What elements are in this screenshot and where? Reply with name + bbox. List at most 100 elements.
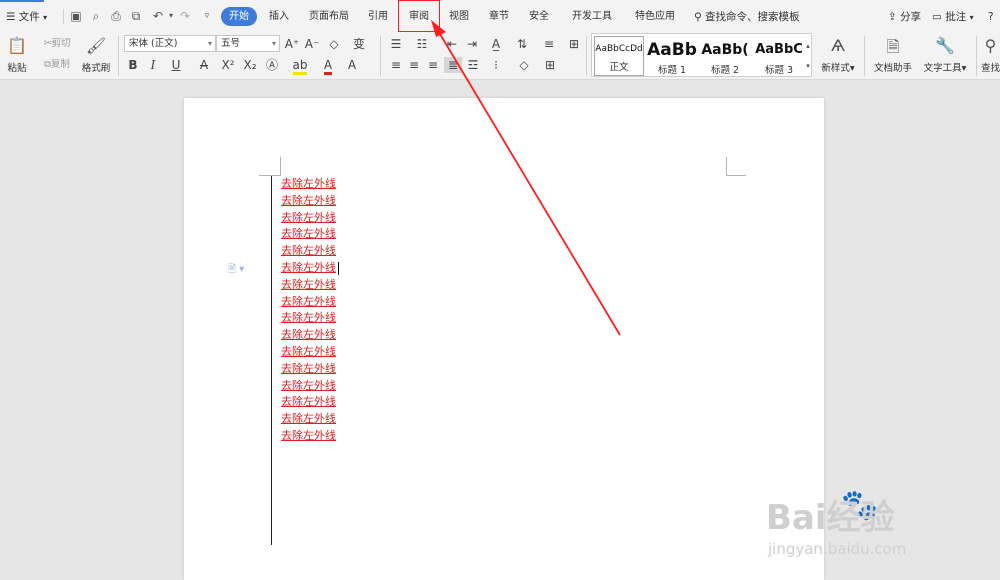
file-menu-button[interactable]: ☰ 文件 ▾: [6, 8, 47, 26]
font-size-select[interactable]: 五号 ▾: [216, 35, 280, 52]
decrease-indent-icon[interactable]: ⇤: [444, 36, 460, 52]
text-tools-label: 文字工具▾: [923, 63, 967, 74]
print-icon[interactable]: ⎙: [108, 8, 124, 24]
table-borders-icon[interactable]: ⊞: [566, 36, 582, 52]
document-line[interactable]: 去除左外线: [281, 176, 336, 193]
document-line[interactable]: 去除左外线: [281, 294, 336, 311]
styles-scroll-up-icon[interactable]: ▴: [804, 38, 811, 54]
doc-assistant-button[interactable]: 🗎 文档助手: [870, 34, 916, 74]
sort-icon[interactable]: ⇅: [514, 36, 530, 52]
style-sample: AaBb(: [701, 42, 749, 58]
copy-button[interactable]: ⧉复制: [38, 57, 76, 73]
tab-security[interactable]: 安全: [527, 7, 551, 26]
customize-quick-access-icon[interactable]: ▿: [199, 8, 215, 24]
tab-home[interactable]: 开始: [221, 7, 257, 26]
new-style-button[interactable]: Ѧ 新样式▾: [818, 34, 858, 74]
accent-line: [0, 0, 44, 2]
share-button[interactable]: ⇪ 分享: [888, 8, 921, 26]
tab-references[interactable]: 引用: [366, 7, 390, 26]
document-line[interactable]: 去除左外线: [281, 226, 336, 243]
highlight-color-icon[interactable]: ab: [290, 57, 310, 75]
paste-label: 粘贴: [7, 63, 27, 74]
italic-icon[interactable]: I: [146, 57, 160, 73]
paragraph-layout-icon[interactable]: 🗎 ▾: [228, 262, 244, 279]
document-line[interactable]: 去除左外线: [281, 310, 336, 327]
align-center-icon[interactable]: ≡: [406, 57, 422, 73]
line-spacing-icon[interactable]: ≡: [538, 36, 560, 52]
document-line[interactable]: 去除左外线: [281, 378, 336, 395]
margin-corner-top-right-v: [726, 157, 727, 176]
text-tools-button[interactable]: 🔧 文字工具▾: [920, 34, 970, 74]
document-line[interactable]: 去除左外线: [281, 193, 336, 210]
help-button[interactable]: ?: [988, 8, 994, 26]
style-normal[interactable]: AaBbCcDd 正文: [594, 36, 644, 76]
borders-icon[interactable]: ⊞: [540, 57, 560, 73]
style-heading-2[interactable]: AaBb( 标题 2: [699, 36, 751, 76]
document-line[interactable]: 去除左外线: [281, 210, 336, 227]
shrink-font-icon[interactable]: A⁻: [304, 36, 320, 52]
styles-more-icon[interactable]: ▾: [804, 58, 811, 74]
redo-icon[interactable]: ↷: [177, 8, 193, 24]
document-line[interactable]: 去除左外线: [281, 344, 336, 361]
text-effect-icon[interactable]: Ⓐ: [264, 57, 280, 73]
tab-page-layout[interactable]: 页面布局: [306, 7, 352, 26]
strikethrough-icon[interactable]: A: [194, 57, 214, 73]
char-shading-icon[interactable]: A: [344, 57, 360, 73]
change-case-icon[interactable]: A̲: [486, 36, 506, 52]
document-line[interactable]: 去除左外线: [281, 361, 336, 378]
font-color-icon[interactable]: A: [318, 57, 338, 75]
print-preview-icon[interactable]: ⧉: [128, 8, 144, 24]
tab-featured-apps[interactable]: 特色应用: [632, 7, 678, 26]
subscript-icon[interactable]: X₂: [242, 57, 258, 73]
distributed-icon[interactable]: ☲: [465, 57, 481, 73]
style-label: 标题 2: [710, 65, 740, 76]
comment-button[interactable]: ▭ 批注 ▾: [932, 8, 974, 26]
font-name-select[interactable]: 宋体 (正文) ▾: [124, 35, 216, 52]
document-line[interactable]: 去除左外线: [281, 411, 336, 428]
style-heading-1[interactable]: AaBb 标题 1: [647, 36, 697, 76]
save-icon[interactable]: ▣: [68, 8, 84, 24]
comment-label: 批注: [945, 11, 967, 23]
document-page[interactable]: 去除左外线 去除左外线 去除左外线 去除左外线 去除左外线 去除左外线 去除左外线 去除左外线…: [184, 98, 824, 580]
clear-format-icon[interactable]: ◇: [326, 36, 342, 52]
paragraph-spacing-icon[interactable]: ⁝: [486, 57, 506, 73]
document-line[interactable]: 去除左外线: [281, 277, 336, 294]
bullet-list-icon[interactable]: ☰: [388, 36, 404, 52]
numbered-list-icon[interactable]: ☷: [414, 36, 430, 52]
document-line[interactable]: 去除左外线: [281, 428, 336, 445]
shading-icon[interactable]: ◇: [514, 57, 534, 73]
tab-developer-tools[interactable]: 开发工具: [569, 7, 615, 26]
format-painter-quick-icon[interactable]: ⌕: [88, 8, 104, 24]
chevron-down-icon: ▾: [969, 13, 974, 22]
document-line[interactable]: 去除左外线: [281, 394, 336, 411]
style-heading-3[interactable]: AaBbC 标题 3: [753, 36, 805, 76]
margin-corner-top-right-h: [726, 175, 746, 176]
align-right-icon[interactable]: ≡: [425, 57, 441, 73]
phonetic-guide-icon[interactable]: 变: [348, 36, 370, 52]
tab-view[interactable]: 视图: [447, 7, 471, 26]
command-search[interactable]: ⚲ 查找命令、搜索模板: [694, 8, 800, 26]
document-line[interactable]: 去除左外线: [281, 327, 336, 344]
style-label: 标题 1: [657, 65, 687, 76]
clipboard-icon: 📋: [7, 36, 27, 55]
underline-icon[interactable]: U: [166, 57, 186, 73]
increase-indent-icon[interactable]: ⇥: [464, 36, 480, 52]
tab-chapter[interactable]: 章节: [487, 7, 511, 26]
grow-font-icon[interactable]: A⁺: [284, 36, 300, 52]
superscript-icon[interactable]: X²: [220, 57, 236, 73]
tab-insert[interactable]: 插入: [266, 7, 292, 26]
paragraph-left-border: [271, 176, 272, 545]
justify-icon[interactable]: ≣: [444, 57, 462, 73]
find-button[interactable]: ⚲ 查找: [981, 34, 1000, 74]
hamburger-icon: ☰: [6, 11, 16, 23]
document-line[interactable]: 去除左外线: [281, 243, 336, 260]
cut-button[interactable]: ✂剪切: [38, 36, 76, 52]
divider: [976, 36, 977, 76]
file-menu-label: 文件: [18, 11, 40, 23]
paste-button[interactable]: 📋 粘贴: [2, 34, 32, 74]
align-left-icon[interactable]: ≡: [388, 57, 404, 73]
document-line[interactable]: 去除左外线: [281, 260, 336, 277]
format-painter-button[interactable]: 🖌 格式刷: [80, 34, 112, 74]
format-painter-label: 格式刷: [81, 63, 111, 74]
bold-icon[interactable]: B: [126, 57, 140, 73]
